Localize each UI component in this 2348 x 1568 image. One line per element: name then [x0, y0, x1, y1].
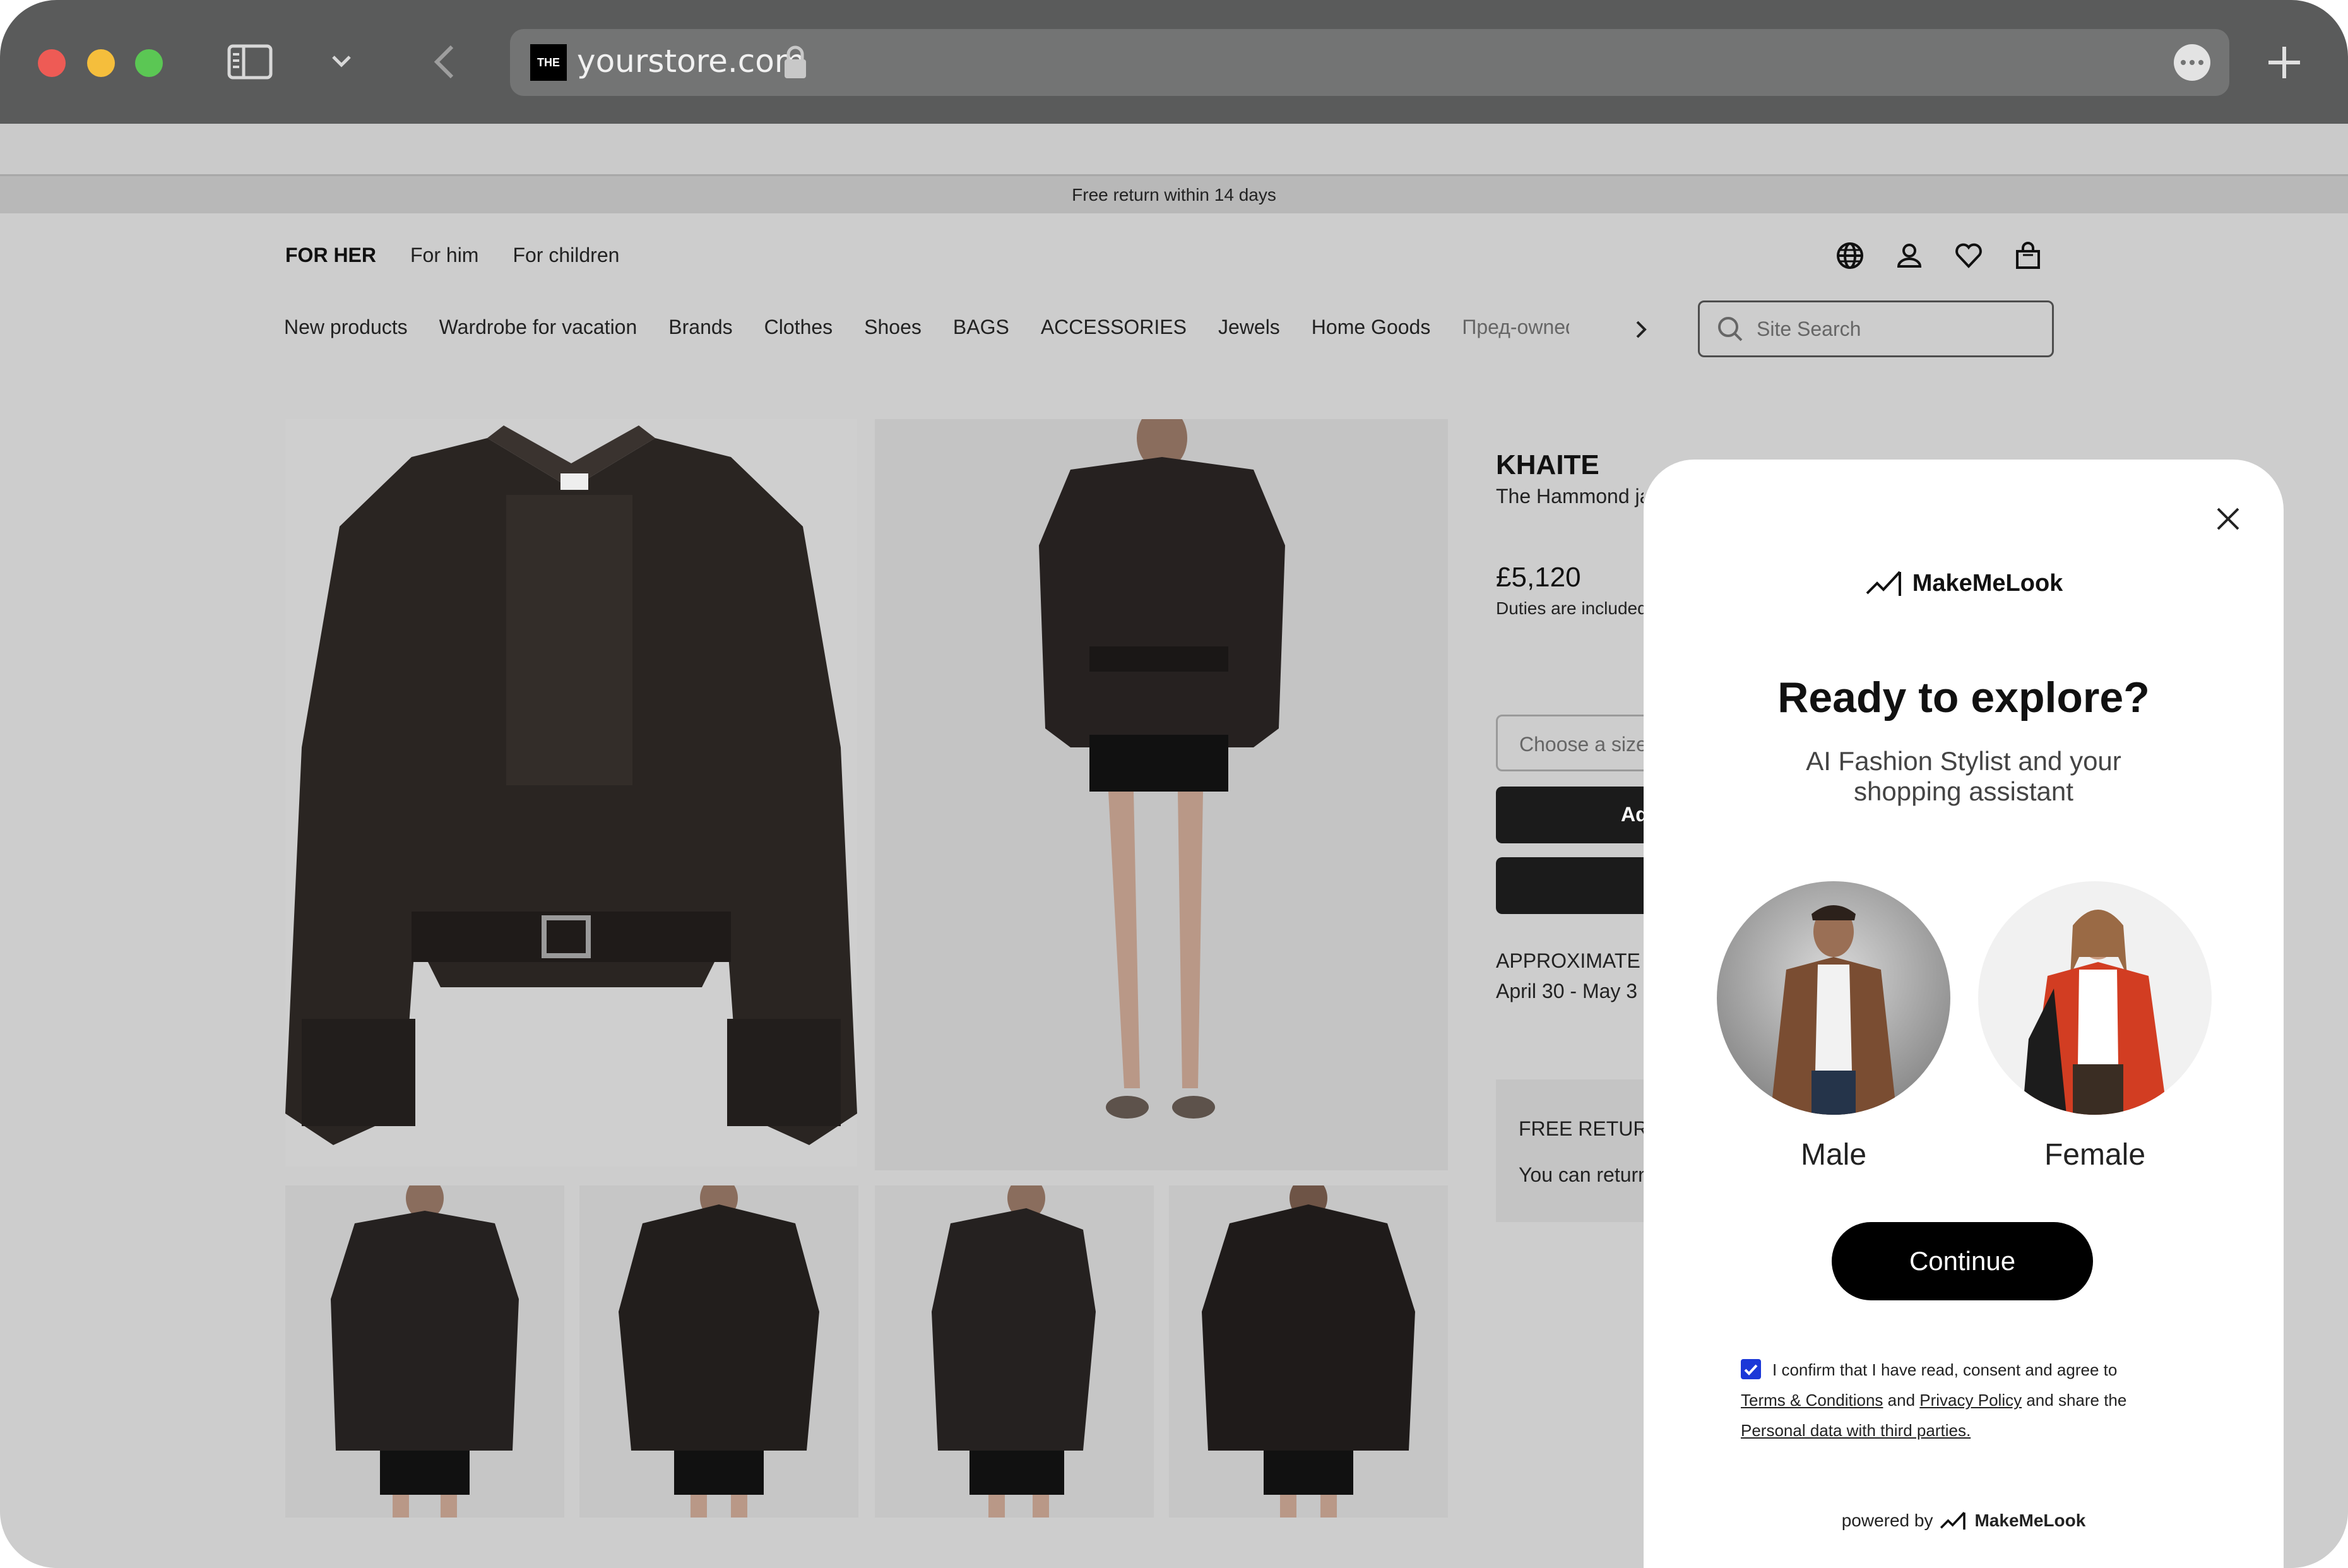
- back-arrow-icon[interactable]: [432, 43, 457, 84]
- header-icons: [1835, 241, 2043, 270]
- site-search-input[interactable]: Site Search: [1698, 300, 2054, 357]
- search-placeholder: Site Search: [1757, 317, 1861, 340]
- terms-link[interactable]: Terms & Conditions: [1741, 1391, 1883, 1410]
- consent-text: I confirm that I have read, consent and …: [1741, 1355, 2221, 1446]
- nav-shoes[interactable]: Shoes: [864, 316, 922, 339]
- nav-clothes[interactable]: Clothes: [764, 316, 833, 339]
- makemelook-logo-icon: [1866, 571, 1901, 596]
- delivery-title: APPROXIMATE: [1496, 949, 1640, 972]
- account-icon[interactable]: [1895, 241, 1924, 270]
- consent-and: and: [1887, 1391, 1916, 1410]
- heart-icon[interactable]: [1954, 241, 1983, 270]
- powered-by-brand: MakeMeLook: [1974, 1511, 2086, 1530]
- address-bar[interactable]: THE yourstore.com: [510, 29, 2229, 96]
- delivery-dates: April 30 - May 3: [1496, 980, 1638, 1002]
- product-thumbnail-1[interactable]: [285, 1185, 564, 1518]
- more-options-icon[interactable]: [2174, 44, 2210, 81]
- continue-button[interactable]: Continue: [1832, 1222, 2093, 1300]
- sidebar-toggle-icon[interactable]: [227, 44, 273, 83]
- announcement-bar: Free return within 14 days: [0, 174, 2348, 213]
- powered-by-label: powered by: [1841, 1511, 1933, 1530]
- close-icon[interactable]: [2213, 504, 2243, 534]
- product-thumbnail-4[interactable]: [1169, 1185, 1448, 1518]
- close-window-button[interactable]: [38, 49, 66, 77]
- maximize-window-button[interactable]: [135, 49, 163, 77]
- nav-wardrobe-vacation[interactable]: Wardrobe for vacation: [439, 316, 637, 339]
- minimize-window-button[interactable]: [87, 49, 115, 77]
- nav-for-him[interactable]: For him: [410, 244, 478, 267]
- nav-new-products[interactable]: New products: [284, 316, 408, 339]
- makemelook-logo: MakeMeLook: [1644, 568, 2284, 598]
- logo-text: MakeMeLook: [1912, 569, 2063, 597]
- modal-subtitle: AI Fashion Stylist and your shopping ass…: [1806, 746, 2121, 806]
- product-model-image[interactable]: [875, 419, 1448, 1170]
- globe-icon[interactable]: [1835, 241, 1865, 270]
- product-name: The Hammond jacket: [1496, 485, 1644, 508]
- chevron-down-icon[interactable]: [329, 53, 353, 73]
- top-strip: [0, 124, 2348, 174]
- female-label: Female: [2044, 1138, 2146, 1172]
- nav-jewels[interactable]: Jewels: [1218, 316, 1280, 339]
- nav-accessories[interactable]: ACCESSORIES: [1041, 316, 1187, 339]
- chevron-right-icon[interactable]: [1634, 317, 1649, 348]
- female-avatar[interactable]: [1978, 881, 2212, 1115]
- delivery-estimate: APPROXIMATE April 30 - May 3: [1496, 946, 1647, 1006]
- product-thumbnail-3[interactable]: [875, 1185, 1154, 1518]
- nav-for-her[interactable]: FOR HER: [285, 244, 376, 267]
- modal-title: Ready to explore?: [1777, 674, 2150, 722]
- nav-bags[interactable]: BAGS: [953, 316, 1009, 339]
- url-text: yourstore.com: [577, 43, 805, 80]
- consent-share: and share the: [2026, 1391, 2127, 1410]
- product-brand: KHAITE: [1496, 449, 1599, 480]
- stylist-modal: MakeMeLook Ready to explore? AI Fashion …: [1644, 460, 2284, 1568]
- privacy-link[interactable]: Privacy Policy: [1919, 1391, 2022, 1410]
- consent-checkbox[interactable]: [1741, 1359, 1761, 1380]
- product-price: £5,120: [1496, 562, 1581, 593]
- nav-pre-owned[interactable]: Пред-owned: [1462, 316, 1569, 339]
- male-avatar[interactable]: [1717, 881, 1950, 1115]
- nav-home-goods[interactable]: Home Goods: [1312, 316, 1431, 339]
- consent-prefix: I confirm that I have read, consent and …: [1772, 1360, 2118, 1379]
- browser-window: THE yourstore.com Free return within 14 …: [0, 0, 2348, 1568]
- male-label: Male: [1800, 1138, 1867, 1172]
- gender-nav: FOR HER For him For children: [285, 244, 619, 267]
- duties-note: Duties are included: [1496, 598, 1644, 618]
- product-thumbnail-2[interactable]: [579, 1185, 858, 1518]
- browser-toolbar: THE yourstore.com: [0, 0, 2348, 124]
- powered-by: powered by MakeMeLook: [1644, 1510, 2284, 1531]
- nav-brands[interactable]: Brands: [668, 316, 732, 339]
- product-main-image[interactable]: [285, 419, 857, 1167]
- makemelook-small-logo-icon: [1940, 1512, 1966, 1530]
- lock-icon: [783, 45, 808, 83]
- category-nav: New products Wardrobe for vacation Brand…: [284, 316, 1569, 339]
- personal-data-link[interactable]: Personal data with third parties.: [1741, 1421, 1971, 1440]
- shopping-bag-icon[interactable]: [2013, 241, 2043, 270]
- new-tab-icon[interactable]: [2266, 44, 2303, 84]
- nav-for-children[interactable]: For children: [513, 244, 619, 267]
- search-icon: [1718, 317, 1743, 342]
- site-favicon: THE: [530, 44, 567, 81]
